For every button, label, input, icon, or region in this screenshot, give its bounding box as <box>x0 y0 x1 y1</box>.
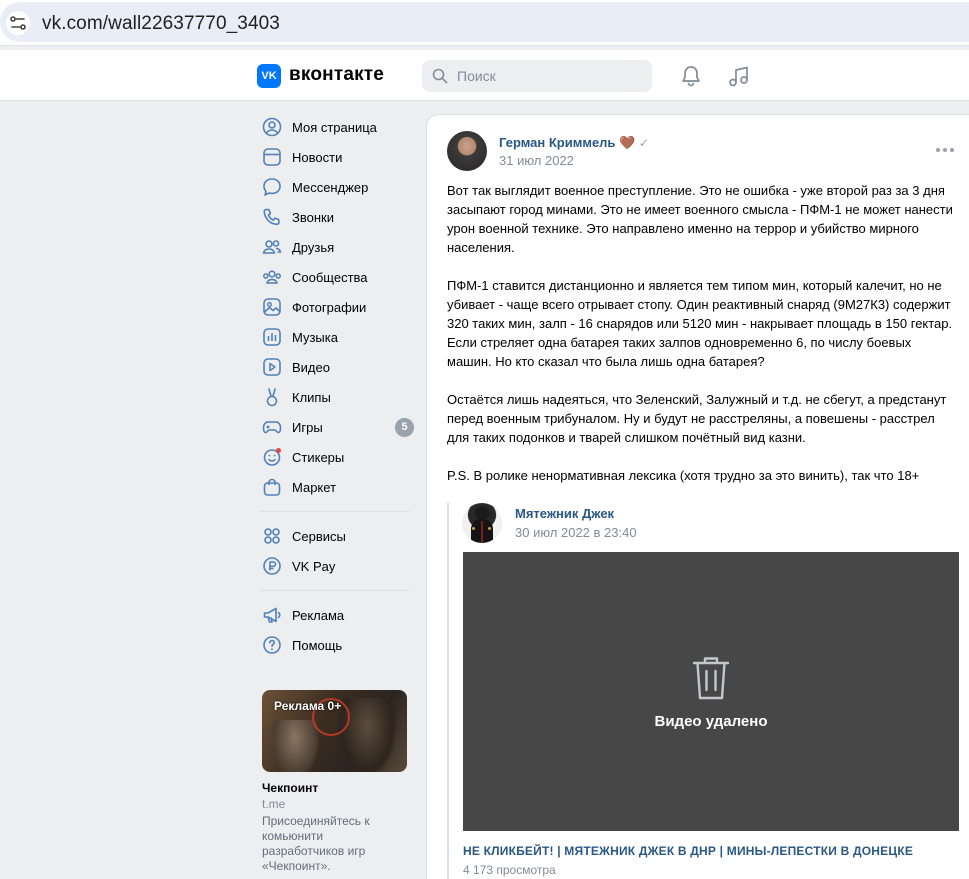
author-avatar[interactable] <box>447 131 487 171</box>
help-icon <box>263 636 281 654</box>
tune-icon[interactable] <box>6 11 30 35</box>
post-date[interactable]: 31 июл 2022 <box>499 153 574 168</box>
sidebar-item-music[interactable]: Музыка <box>258 323 418 351</box>
sidebar-item-label: Стикеры <box>292 449 345 465</box>
sidebar-item-video[interactable]: Видео <box>258 353 418 381</box>
ad-image[interactable]: Реклама 0+ <box>262 690 407 772</box>
post-paragraph: Вот так выглядит военное преступление. Э… <box>447 183 953 255</box>
repost-date[interactable]: 30 июл 2022 в 23:40 <box>515 525 637 540</box>
sidebar-item-label: Моя страница <box>292 119 377 135</box>
repost-block: Мятежник Джек 30 июл 2022 в 23:40 Видео … <box>447 503 967 879</box>
sidebar-item-ads[interactable]: Реклама <box>258 601 418 629</box>
wall-post: Герман Криммель 🤎 ✓ 31 июл 2022 Вот так … <box>427 115 969 879</box>
avatar-figure <box>488 527 491 530</box>
friends-icon <box>262 240 282 254</box>
post-text: Вот так выглядит военное преступление. Э… <box>447 181 957 504</box>
news-icon <box>263 148 281 166</box>
sidebar-item-communities[interactable]: Сообщества <box>258 263 418 291</box>
video-deleted-message: Видео удалено <box>654 713 768 730</box>
sidebar-item-label: Звонки <box>292 209 334 225</box>
games-count-badge: 5 <box>395 418 414 437</box>
sidebar-item-stickers[interactable]: Стикеры <box>258 443 418 471</box>
messenger-icon <box>263 178 281 196</box>
search-placeholder: Поиск <box>457 68 496 84</box>
heart-icon: 🤎 <box>619 135 636 150</box>
sidebar-item-services[interactable]: Сервисы <box>258 522 418 550</box>
sidebar-divider <box>260 590 410 591</box>
video-title-link[interactable]: НЕ КЛИКБЕЙТ! | МЯТЕЖНИК ДЖЕК В ДНР | МИН… <box>463 844 969 858</box>
music-icon <box>263 328 281 346</box>
sidebar-item-messenger[interactable]: Мессенджер <box>258 173 418 201</box>
communities-icon <box>263 270 281 284</box>
ad-domain[interactable]: t.me <box>262 797 407 811</box>
verified-icon: ✓ <box>638 136 649 150</box>
sidebar-item-label: Видео <box>292 359 330 375</box>
sidebar-item-label: Сообщества <box>292 269 368 285</box>
avatar-figure <box>475 507 489 519</box>
sidebar-item-calls[interactable]: Звонки <box>258 203 418 231</box>
sidebar-item-label: Новости <box>292 149 343 165</box>
sidebar-item-friends[interactable]: Друзья <box>258 233 418 261</box>
vk-header: VK вконтакте Поиск <box>0 50 969 101</box>
stickers-icon <box>263 448 281 466</box>
ad-title[interactable]: Чекпоинт <box>262 781 407 795</box>
url-field[interactable]: vk.com/wall22637770_3403 <box>0 2 969 42</box>
url-text[interactable]: vk.com/wall22637770_3403 <box>42 13 280 35</box>
sidebar-item-vkpay[interactable]: VK Pay <box>258 552 418 580</box>
sidebar-item-label: Музыка <box>292 329 338 345</box>
clips-icon <box>266 388 278 407</box>
photos-icon <box>263 298 281 316</box>
search-icon <box>432 68 448 84</box>
sidebar-item-clips[interactable]: Клипы <box>258 383 418 411</box>
sidebar-item-my-page[interactable]: Моя страница <box>258 113 418 141</box>
search-input[interactable]: Поиск <box>422 60 652 92</box>
services-icon <box>264 528 280 544</box>
author-name[interactable]: Герман Криммель <box>499 135 615 150</box>
games-icon <box>262 421 282 434</box>
megaphone-icon <box>263 607 281 623</box>
sidebar-ad[interactable]: Реклама 0+ Чекпоинт t.me Присоединяйтесь… <box>262 690 407 874</box>
sidebar-divider <box>260 511 410 512</box>
repost-author[interactable]: Мятежник Джек <box>515 506 614 521</box>
more-options-icon[interactable] <box>935 145 955 155</box>
ad-image-figure <box>270 720 320 772</box>
post-paragraph: Остаётся лишь надеяться, что Зеленский, … <box>447 392 947 445</box>
ad-description: Присоединяйтесь к комьюнити разработчико… <box>262 814 370 873</box>
video-views: 4 173 просмотра <box>463 863 556 877</box>
sidebar-item-label: Помощь <box>292 637 343 653</box>
avatar-figure <box>472 527 475 530</box>
sidebar-item-label: Друзья <box>292 239 335 255</box>
sidebar-item-label: Сервисы <box>292 528 346 544</box>
vk-logo-text[interactable]: вконтакте <box>289 64 384 86</box>
sidebar-item-label: Игры <box>292 419 323 435</box>
profile-icon <box>262 117 282 137</box>
post-paragraph: ПФМ-1 ставится дистанционно и является т… <box>447 278 953 369</box>
repost-author-avatar[interactable] <box>462 503 502 543</box>
sidebar-item-label: Маркет <box>292 479 337 495</box>
ad-age-label: Реклама 0+ <box>274 699 342 713</box>
bell-icon[interactable] <box>680 64 702 88</box>
sidebar-item-label: Фотографии <box>292 299 367 315</box>
market-icon <box>263 478 281 496</box>
phone-icon <box>263 208 280 226</box>
video-player[interactable]: Видео удалено <box>463 552 959 831</box>
video-icon <box>263 358 281 376</box>
sidebar-item-label: Реклама <box>292 607 345 623</box>
post-paragraph: P.S. В ролике ненормативная лексика (хот… <box>447 468 920 483</box>
sidebar-item-photos[interactable]: Фотографии <box>258 293 418 321</box>
browser-address-bar: vk.com/wall22637770_3403 <box>0 0 969 46</box>
post-author[interactable]: Герман Криммель 🤎 ✓ <box>499 135 649 151</box>
sidebar-item-market[interactable]: Маркет <box>258 473 418 501</box>
sidebar-item-news[interactable]: Новости <box>258 143 418 171</box>
vk-logo-icon[interactable]: VK <box>257 64 281 88</box>
sidebar-item-help[interactable]: Помощь <box>258 631 418 659</box>
vkpay-icon <box>263 557 281 575</box>
sidebar-item-label: Мессенджер <box>292 179 369 195</box>
sidebar-item-label: VK Pay <box>292 558 336 574</box>
music-icon[interactable] <box>727 64 751 88</box>
avatar-figure <box>481 521 483 543</box>
sidebar-item-label: Клипы <box>292 389 331 405</box>
trash-icon <box>692 657 730 700</box>
sidebar-item-games[interactable]: Игры 5 <box>258 413 418 441</box>
